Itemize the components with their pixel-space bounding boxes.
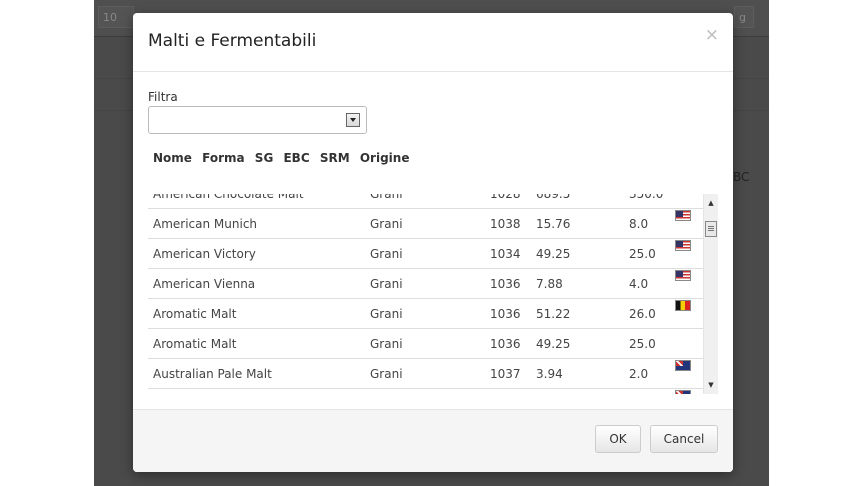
- column-header-ebc[interactable]: EBC: [283, 151, 309, 165]
- malt-srm: 4.0: [629, 277, 649, 291]
- flag-us-icon: [675, 210, 691, 221]
- malt-form: Grani: [370, 307, 403, 321]
- malt-srm: 350.0: [629, 194, 664, 201]
- table-scrollbar[interactable]: ▲ ▼: [703, 194, 718, 394]
- malt-ebc: 689.5: [536, 194, 571, 201]
- malt-form: Grani: [370, 194, 403, 201]
- malt-name: Australian Pale Malt: [153, 367, 272, 381]
- malt-ebc: 49.25: [536, 247, 571, 261]
- malt-srm: 26.0: [629, 307, 656, 321]
- malt-sg: 1036: [490, 337, 521, 351]
- scroll-up-icon[interactable]: ▲: [704, 196, 718, 210]
- scrollbar-thumb[interactable]: [705, 221, 717, 237]
- malt-sg: 1036: [490, 307, 521, 321]
- malt-ebc: 3.94: [536, 367, 563, 381]
- malt-sg: 1037: [490, 367, 521, 381]
- table-body: American Chocolate Malt Grani 1028 689.5 350…: [148, 194, 703, 394]
- malt-ebc: 51.22: [536, 307, 571, 321]
- table-row[interactable]: Aromatic Malt Grani 1036 49.25 25.0: [148, 329, 703, 359]
- dialog-header: Malti e Fermentabili ×: [133, 13, 733, 72]
- malt-name: American Vienna: [153, 277, 256, 291]
- malt-ebc: 49.25: [536, 337, 571, 351]
- column-headers: Nome Forma SG EBC SRM Origine: [153, 151, 415, 165]
- malt-form: Grani: [370, 217, 403, 231]
- close-icon[interactable]: ×: [705, 25, 719, 45]
- malt-srm: 25.0: [629, 247, 656, 261]
- column-header-form[interactable]: Forma: [202, 151, 244, 165]
- table-row[interactable]: American Munich Grani 1038 15.76 8.0: [148, 209, 703, 239]
- malt-name: American Munich: [153, 217, 258, 231]
- table-row[interactable]: American Victory Grani 1034 49.25 25.0: [148, 239, 703, 269]
- filter-select[interactable]: [148, 106, 367, 134]
- malt-sg: 1034: [490, 247, 521, 261]
- table-row[interactable]: Aromatic Malt Grani 1036 51.22 26.0: [148, 299, 703, 329]
- malt-srm: 8.0: [629, 217, 649, 231]
- flag-us-icon: [675, 270, 691, 281]
- dialog-footer: OK Cancel: [133, 409, 733, 472]
- malt-sg: 1028: [490, 194, 521, 201]
- malts-table: American Chocolate Malt Grani 1028 689.5 350…: [148, 194, 719, 394]
- dialog-title: Malti e Fermentabili: [148, 31, 317, 51]
- table-row[interactable]: American Vienna Grani 1036 7.88 4.0: [148, 269, 703, 299]
- flag-us-icon: [675, 240, 691, 251]
- column-header-origin[interactable]: Origine: [360, 151, 410, 165]
- malt-name: American Chocolate Malt: [153, 194, 304, 201]
- malts-dialog: Malti e Fermentabili × Filtra Nome Forma…: [133, 13, 733, 472]
- background-unit-field: g: [734, 6, 754, 28]
- column-header-srm[interactable]: SRM: [320, 151, 350, 165]
- cancel-button[interactable]: Cancel: [650, 425, 718, 453]
- malt-form: Grani: [370, 337, 403, 351]
- background-ebc-label: BC: [733, 170, 750, 184]
- flag-au-icon: [675, 360, 691, 371]
- malt-name: Aromatic Malt: [153, 307, 237, 321]
- malt-ebc: 7.88: [536, 277, 563, 291]
- table-row[interactable]: American Chocolate Malt Grani 1028 689.5 350…: [148, 194, 703, 209]
- malt-form: Grani: [370, 247, 403, 261]
- flag-be-icon: [675, 300, 691, 311]
- malt-srm: 2.0: [629, 367, 649, 381]
- ok-button[interactable]: OK: [595, 425, 641, 453]
- malt-name: Aromatic Malt: [153, 337, 237, 351]
- malt-ebc: 15.76: [536, 217, 571, 231]
- filter-label: Filtra: [148, 90, 178, 104]
- column-header-sg[interactable]: SG: [255, 151, 274, 165]
- malt-form: Grani: [370, 277, 403, 291]
- table-row[interactable]: Australian Pale Malt Grani 1037 3.94 2.0: [148, 359, 703, 389]
- table-row[interactable]: Australian PilsGrani10373.942.0: [148, 389, 703, 394]
- column-header-name[interactable]: Nome: [153, 151, 192, 165]
- malt-name: American Victory: [153, 247, 256, 261]
- chevron-down-icon[interactable]: [346, 113, 360, 127]
- flag-au-icon: [675, 390, 691, 394]
- malt-srm: 25.0: [629, 337, 656, 351]
- malt-sg: 1038: [490, 217, 521, 231]
- malt-sg: 1036: [490, 277, 521, 291]
- scroll-down-icon[interactable]: ▼: [704, 378, 718, 392]
- background-amount-field: 10: [98, 6, 134, 28]
- malt-form: Grani: [370, 367, 403, 381]
